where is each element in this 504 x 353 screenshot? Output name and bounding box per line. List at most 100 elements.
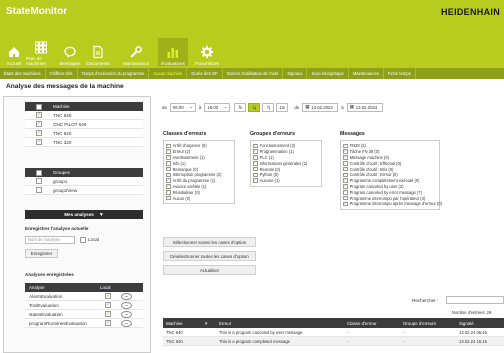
- error-class-option[interactable]: ✓ Aucun (0): [166, 195, 232, 201]
- date-to-input[interactable]: ▦ 13.02.2024: [346, 102, 383, 112]
- search-input[interactable]: [446, 296, 504, 304]
- row-checkbox[interactable]: [36, 187, 42, 193]
- option-checkbox[interactable]: ✓: [166, 166, 171, 172]
- nav-settings[interactable]: Paramètres: [192, 38, 222, 66]
- local-checkbox[interactable]: ✓: [105, 302, 111, 308]
- row-checkbox[interactable]: ✓: [36, 121, 42, 127]
- local-checkbox[interactable]: ✓: [105, 320, 111, 326]
- option-checkbox[interactable]: ✓: [343, 155, 348, 160]
- column-header[interactable]: Signalé: [459, 321, 504, 326]
- message-option[interactable]: ✓ Programme interrompu après message d'er…: [343, 201, 442, 207]
- range-button-shift[interactable]: fs: [234, 102, 247, 112]
- option-checkbox[interactable]: ✓: [253, 143, 258, 149]
- remove-analysis-icon[interactable]: −: [121, 319, 132, 327]
- option-checkbox[interactable]: ✓: [343, 195, 348, 201]
- table-row[interactable]: TNC 640 This is a program completed mess…: [163, 337, 504, 346]
- table-row[interactable]: programRuntimesEvaluation ✓ −: [25, 319, 143, 328]
- option-checkbox[interactable]: ✓: [166, 143, 171, 149]
- tab-maintenance[interactable]: Maintenances: [349, 68, 384, 79]
- table-row[interactable]: statesEvaluation ✓ −: [25, 310, 143, 319]
- row-checkbox[interactable]: ✓: [36, 139, 42, 145]
- column-header[interactable]: Erreur: [219, 321, 347, 326]
- tab-machine-messages[interactable]: Aucun machine: [149, 68, 188, 79]
- table-row[interactable]: ToolEvaluation ✓ −: [25, 301, 143, 310]
- column-header[interactable]: Groupe d'erreurs: [403, 321, 459, 326]
- time-from-select[interactable]: 06:00 ⌄: [169, 102, 196, 112]
- select-all-checkbox[interactable]: [36, 103, 42, 110]
- option-checkbox[interactable]: ✓: [166, 195, 171, 201]
- select-all-checkbox[interactable]: [36, 169, 42, 176]
- tab-program-runtime[interactable]: Temps d'exécution du programme: [78, 68, 150, 79]
- table-row[interactable]: group2View: [25, 186, 143, 195]
- option-checkbox[interactable]: ✓: [166, 184, 171, 189]
- table-row[interactable]: ✓ TNC 620: [25, 129, 143, 138]
- option-checkbox[interactable]: ✓: [253, 161, 258, 166]
- option-checkbox[interactable]: ✓: [253, 155, 258, 160]
- table-row[interactable]: ✓ TNC 640: [25, 111, 143, 120]
- option-checkbox[interactable]: ✓: [166, 161, 171, 166]
- nav-home[interactable]: Accueil: [4, 38, 24, 66]
- row-checkbox[interactable]: [36, 178, 42, 184]
- local-checkbox[interactable]: ✓: [105, 293, 111, 299]
- option-checkbox[interactable]: ✓: [166, 149, 171, 154]
- remove-analysis-icon[interactable]: −: [121, 310, 132, 318]
- row-checkbox[interactable]: ✓: [36, 112, 42, 118]
- option-checkbox[interactable]: ✓: [253, 166, 258, 172]
- select-all-button[interactable]: Sélectionner toutes les cases d'option: [163, 237, 256, 247]
- tab-order-duration[interactable]: Durée des OF: [187, 68, 223, 79]
- option-checkbox[interactable]: ✓: [343, 161, 348, 166]
- tab-signals[interactable]: Signaux: [283, 68, 308, 79]
- logout-button[interactable]: Déconn: [485, 85, 500, 100]
- column-header[interactable]: Classe d'erreur: [347, 321, 403, 326]
- nav-maintenance[interactable]: Maintenance: [122, 38, 150, 66]
- message-option[interactable]: ✓ Programme interrompu par l'opérateur (3…: [343, 195, 437, 201]
- table-row[interactable]: TNC 640 This is a program canceled by us…: [163, 328, 504, 337]
- tab-tool-usage[interactable]: Durées d'utilisation de l'outil: [223, 68, 284, 79]
- option-checkbox[interactable]: ✓: [343, 143, 348, 149]
- tab-key-figures[interactable]: Chiffres clés: [46, 68, 78, 79]
- column-header[interactable]: Machine: [163, 321, 205, 326]
- option-checkbox[interactable]: ✓: [343, 178, 348, 183]
- local-checkbox[interactable]: ✓: [105, 311, 111, 317]
- option-checkbox[interactable]: ✓: [166, 190, 171, 195]
- remove-analysis-icon[interactable]: −: [121, 292, 132, 300]
- table-row[interactable]: AlarmEvaluation ✓ −: [25, 292, 143, 301]
- option-checkbox[interactable]: ✓: [166, 155, 171, 160]
- range-button-7d[interactable]: 7j: [262, 102, 275, 112]
- nav-documents[interactable]: Documents: [86, 38, 110, 66]
- option-checkbox[interactable]: ✓: [343, 149, 348, 154]
- option-checkbox[interactable]: ✓: [166, 178, 171, 183]
- analysis-name-input[interactable]: Nom de l'analyse: [25, 236, 75, 244]
- tab-timesheet[interactable]: Fiche temps: [384, 68, 416, 79]
- remove-analysis-icon[interactable]: −: [121, 301, 132, 309]
- error-group-option[interactable]: ✓ Aucune (1): [253, 178, 319, 184]
- deselect-all-button[interactable]: Désélectionner toutes les cases d'option: [163, 251, 256, 261]
- save-analysis-button[interactable]: Enregistrer: [25, 249, 58, 258]
- tab-energy[interactable]: Suivi énergétique: [307, 68, 349, 79]
- option-checkbox[interactable]: ✓: [253, 149, 258, 154]
- range-button-1d[interactable]: 1j: [248, 102, 261, 112]
- nav-evaluations[interactable]: Évaluations: [158, 38, 188, 66]
- table-row[interactable]: group1: [25, 177, 143, 186]
- option-checkbox[interactable]: ✓: [166, 172, 171, 178]
- option-checkbox[interactable]: ✓: [253, 172, 258, 178]
- local-checkbox[interactable]: [80, 237, 86, 243]
- option-checkbox[interactable]: ✓: [343, 201, 348, 207]
- option-checkbox[interactable]: ✓: [343, 184, 348, 189]
- my-analyses-toggle[interactable]: Mes analyses ▼: [25, 210, 143, 219]
- option-checkbox[interactable]: ✓: [253, 178, 258, 183]
- option-checkbox[interactable]: ✓: [343, 166, 348, 172]
- table-row[interactable]: ✓ CNC PILOT 640: [25, 120, 143, 129]
- nav-messages[interactable]: Messages: [58, 38, 82, 66]
- table-row[interactable]: ✓ TNC 320: [25, 138, 143, 147]
- column-header[interactable]: #: [205, 321, 219, 326]
- range-button-1m[interactable]: 1m: [276, 102, 289, 112]
- tab-machine-states[interactable]: États des machines: [0, 68, 46, 79]
- refresh-button[interactable]: Actualiser: [163, 265, 256, 275]
- option-checkbox[interactable]: ✓: [343, 172, 348, 178]
- nav-machine-park[interactable]: Parc de machines: [26, 38, 56, 66]
- row-checkbox[interactable]: ✓: [36, 130, 42, 136]
- date-from-input[interactable]: ▦ 13.02.2024: [302, 102, 339, 112]
- time-to-select[interactable]: 18:00 ⌄: [204, 102, 231, 112]
- option-checkbox[interactable]: ✓: [343, 190, 348, 195]
